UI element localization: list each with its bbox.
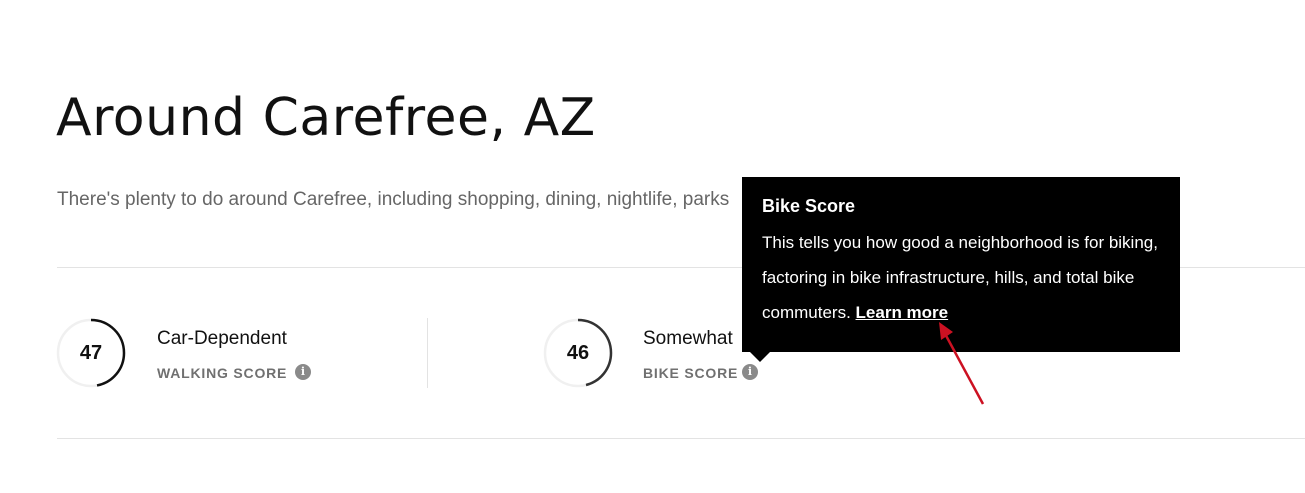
walking-info-icon[interactable]: i: [295, 364, 311, 380]
page-title: Around Carefree, AZ: [56, 88, 596, 148]
score-divider: [427, 318, 428, 388]
walking-score-value: 47: [79, 342, 103, 364]
annotation-arrow-icon: [939, 322, 985, 405]
bike-score-ring: 46: [543, 318, 613, 388]
walking-score-type: WALKING SCORE: [157, 365, 288, 381]
walking-score-ring: 47: [56, 318, 126, 388]
bottom-divider: [57, 438, 1305, 439]
page-subtitle: There's plenty to do around Carefree, in…: [57, 189, 730, 210]
neighborhood-section: Around Carefree, AZ There's plenty to do…: [0, 0, 1305, 493]
tooltip-caret: [750, 352, 770, 362]
walking-score-label: Car-Dependent: [157, 328, 287, 349]
tooltip-text: This tells you how good a neighborhood i…: [762, 233, 1158, 322]
tooltip-body: This tells you how good a neighborhood i…: [762, 225, 1160, 330]
bike-score-type: BIKE SCORE: [643, 365, 739, 381]
bike-info-icon[interactable]: i: [742, 364, 758, 380]
annotation-arrow-line: [941, 329, 985, 405]
tooltip-title: Bike Score: [762, 196, 856, 216]
bike-score-value: 46: [566, 342, 590, 364]
bike-score-label: Somewhat: [643, 328, 733, 349]
